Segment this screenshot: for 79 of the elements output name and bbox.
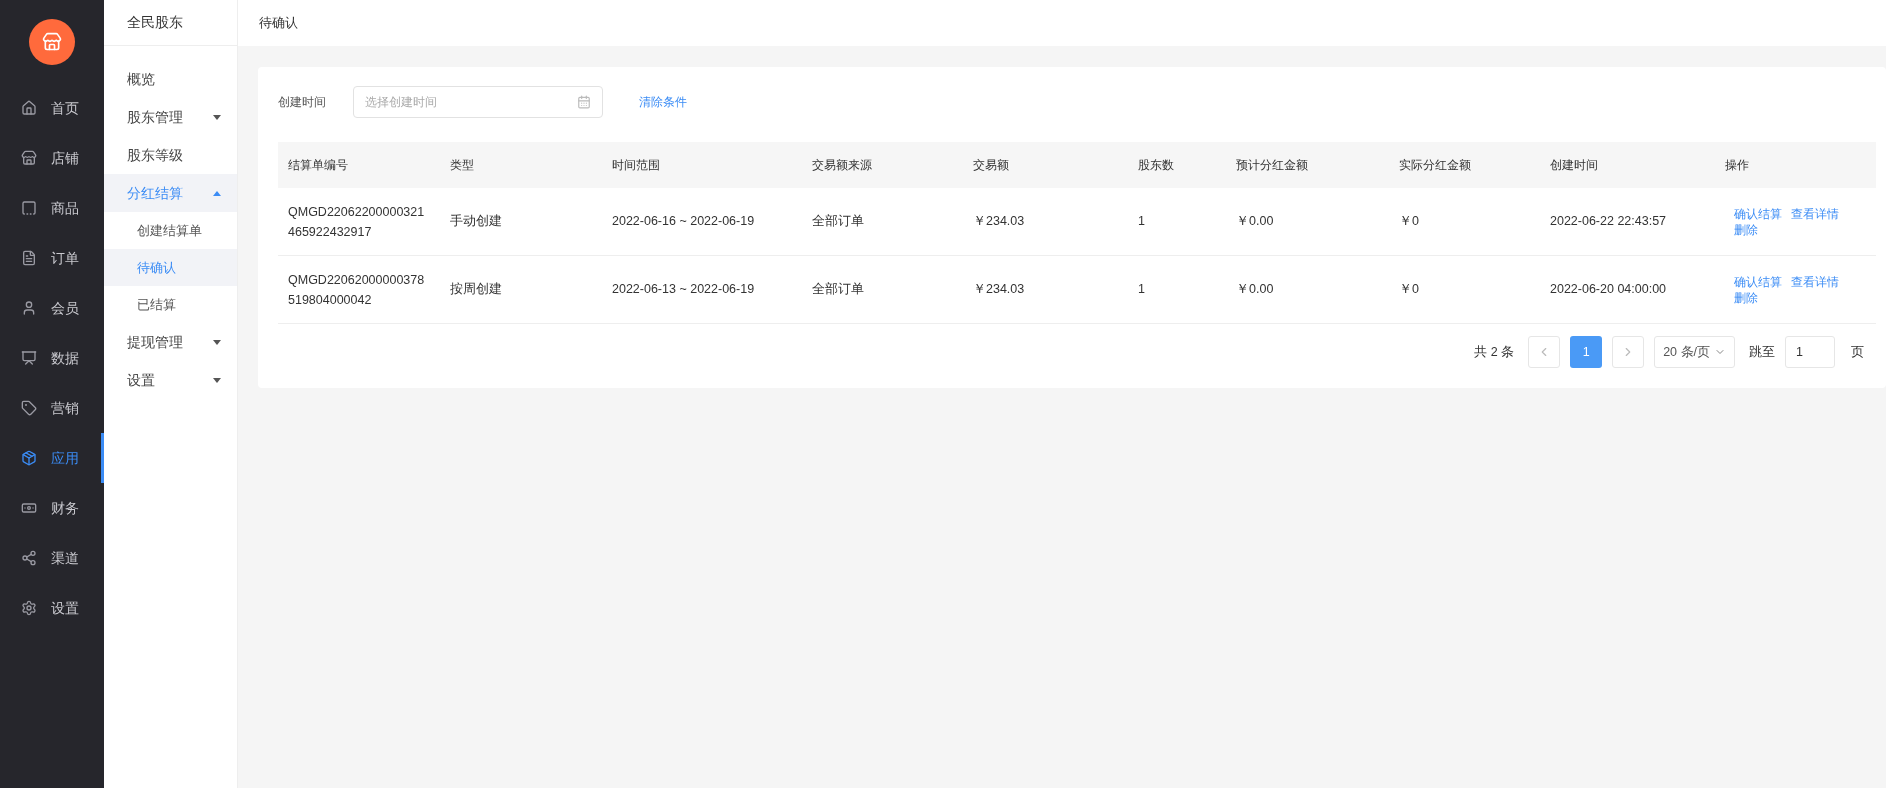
action-link[interactable]: 确认结算 [1734, 206, 1782, 221]
table-cell-text: 手动创建 [449, 213, 503, 231]
action-link[interactable]: 查看详情 [1791, 274, 1839, 289]
table-cell-text: ￥234.03 [972, 281, 1026, 299]
document-icon [21, 250, 37, 266]
section-title: 全民股东 [104, 0, 237, 46]
column-header: 结算单编号 [287, 157, 349, 174]
submenu-item[interactable]: 已结算 [104, 286, 237, 323]
nav-item[interactable]: 渠道 [0, 533, 104, 583]
table-cell-text: 2022-06-13 ~ 2022-06-19 [611, 281, 756, 299]
settings-icon [21, 600, 37, 616]
table-cell-text: ￥0 [1398, 213, 1420, 231]
caret-icon [213, 339, 221, 345]
nav-item[interactable]: 商品 [0, 183, 104, 233]
logo-icon [29, 19, 75, 65]
filter-label: 创建时间 [278, 94, 327, 111]
caret-icon [213, 114, 221, 120]
frame-icon [21, 200, 37, 216]
nav-item[interactable]: 营销 [0, 383, 104, 433]
page-input[interactable]: 1 [1785, 336, 1835, 368]
column-header: 股东数 [1137, 157, 1175, 174]
calendar-icon [577, 95, 591, 109]
nav-item[interactable]: 订单 [0, 233, 104, 283]
page-title: 待确认 [259, 14, 298, 33]
nav-item[interactable]: 财务 [0, 483, 104, 533]
column-header: 创建时间 [1549, 157, 1599, 174]
previous-page-button[interactable] [1528, 336, 1561, 368]
column-header: 操作 [1724, 157, 1750, 174]
table-cell-text: ￥0 [1398, 281, 1420, 299]
column-header: 预计分红金额 [1235, 157, 1309, 174]
package-icon [21, 450, 37, 466]
nav-item[interactable]: 数据 [0, 333, 104, 383]
column-header: 时间范围 [611, 157, 661, 174]
next-page-button[interactable] [1612, 336, 1645, 368]
table-cell-text: ￥0.00 [1235, 213, 1275, 231]
column-header: 类型 [449, 157, 475, 174]
clear-filters-link[interactable]: 清除条件 [639, 93, 687, 111]
page-unit: 页 [1851, 343, 1864, 361]
menu-item[interactable]: 提现管理 [104, 323, 237, 361]
jump-label: 跳至 [1749, 343, 1775, 361]
submenu-item[interactable]: 创建结算单 [104, 212, 237, 249]
share-icon [21, 550, 37, 566]
column-header: 交易额 [972, 157, 1010, 174]
menu-item[interactable]: 概览 [104, 60, 237, 98]
action-link[interactable]: 删除 [1734, 290, 1758, 305]
menu-item[interactable]: 股东管理 [104, 98, 237, 136]
table-cell-text: 1 [1137, 213, 1146, 231]
nav-item[interactable]: 设置 [0, 583, 104, 633]
nav-item[interactable]: 首页 [0, 83, 104, 133]
table-cell-text: 2022-06-20 04:00:00 [1549, 281, 1668, 299]
page-size-select[interactable]: 20 条/页 [1654, 336, 1735, 368]
menu-item[interactable]: 设置 [104, 361, 237, 399]
column-header: 实际分红金额 [1398, 157, 1472, 174]
nav-item[interactable]: 店铺 [0, 133, 104, 183]
table-cell-text: 2022-06-16 ~ 2022-06-19 [611, 213, 756, 231]
column-header: 交易额来源 [811, 157, 873, 174]
table-cell-text: 按周创建 [449, 281, 503, 299]
chart-board-icon [21, 350, 37, 366]
action-link[interactable]: 确认结算 [1734, 274, 1782, 289]
total-count: 共 2 条 [1474, 343, 1515, 361]
table-cell-text: ￥234.03 [972, 213, 1026, 231]
table-cell-text: 1 [1137, 281, 1146, 299]
menu-item[interactable]: 股东等级 [104, 136, 237, 174]
table-cell-text: QMGD22062000000378519804000042 [287, 271, 426, 309]
table-cell-text: 2022-06-22 22:43:57 [1549, 213, 1668, 231]
nav-item[interactable]: 会员 [0, 283, 104, 333]
user-icon [21, 300, 37, 316]
caret-icon [213, 377, 221, 383]
action-link[interactable]: 查看详情 [1791, 206, 1839, 221]
banknote-icon [21, 500, 37, 516]
table-cell-text: 全部订单 [811, 213, 865, 231]
tag-icon [21, 400, 37, 416]
table-cell-text: 全部订单 [811, 281, 865, 299]
home-icon [21, 100, 37, 116]
table-cell-text: ￥0.00 [1235, 281, 1275, 299]
table-cell-text: QMGD22062200000321465922432917 [287, 203, 426, 241]
caret-icon [213, 190, 221, 196]
store-icon [21, 150, 37, 166]
action-link[interactable]: 删除 [1734, 222, 1758, 237]
